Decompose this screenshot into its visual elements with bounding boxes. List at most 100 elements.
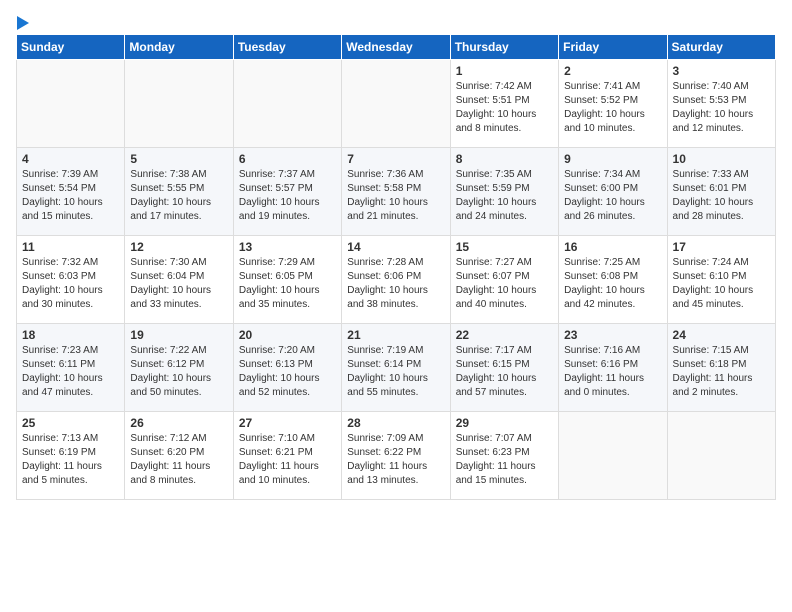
logo-arrow-icon	[17, 16, 29, 30]
calendar-cell	[342, 60, 450, 148]
day-info: Sunrise: 7:09 AM Sunset: 6:22 PM Dayligh…	[347, 432, 444, 488]
day-number: 12	[130, 240, 227, 254]
calendar-cell	[559, 412, 667, 500]
calendar-cell: 19 Sunrise: 7:22 AM Sunset: 6:12 PM Dayli…	[125, 324, 233, 412]
day-number: 8	[456, 152, 553, 166]
calendar-cell: 6 Sunrise: 7:37 AM Sunset: 5:57 PM Daylig…	[233, 148, 341, 236]
day-number: 18	[22, 328, 119, 342]
day-info: Sunrise: 7:38 AM Sunset: 5:55 PM Dayligh…	[130, 168, 227, 224]
day-info: Sunrise: 7:34 AM Sunset: 6:00 PM Dayligh…	[564, 168, 661, 224]
col-header-wednesday: Wednesday	[342, 35, 450, 60]
calendar-cell: 18 Sunrise: 7:23 AM Sunset: 6:11 PM Dayli…	[17, 324, 125, 412]
calendar-cell: 2 Sunrise: 7:41 AM Sunset: 5:52 PM Daylig…	[559, 60, 667, 148]
day-info: Sunrise: 7:32 AM Sunset: 6:03 PM Dayligh…	[22, 256, 119, 312]
calendar-cell: 24 Sunrise: 7:15 AM Sunset: 6:18 PM Dayli…	[667, 324, 775, 412]
day-info: Sunrise: 7:24 AM Sunset: 6:10 PM Dayligh…	[673, 256, 770, 312]
day-info: Sunrise: 7:33 AM Sunset: 6:01 PM Dayligh…	[673, 168, 770, 224]
calendar-cell: 23 Sunrise: 7:16 AM Sunset: 6:16 PM Dayli…	[559, 324, 667, 412]
calendar-cell: 22 Sunrise: 7:17 AM Sunset: 6:15 PM Dayli…	[450, 324, 558, 412]
day-info: Sunrise: 7:13 AM Sunset: 6:19 PM Dayligh…	[22, 432, 119, 488]
day-number: 11	[22, 240, 119, 254]
calendar-cell: 7 Sunrise: 7:36 AM Sunset: 5:58 PM Daylig…	[342, 148, 450, 236]
day-number: 19	[130, 328, 227, 342]
day-number: 15	[456, 240, 553, 254]
day-info: Sunrise: 7:15 AM Sunset: 6:18 PM Dayligh…	[673, 344, 770, 400]
day-number: 7	[347, 152, 444, 166]
day-info: Sunrise: 7:23 AM Sunset: 6:11 PM Dayligh…	[22, 344, 119, 400]
day-number: 3	[673, 64, 770, 78]
day-info: Sunrise: 7:07 AM Sunset: 6:23 PM Dayligh…	[456, 432, 553, 488]
col-header-saturday: Saturday	[667, 35, 775, 60]
calendar-cell: 10 Sunrise: 7:33 AM Sunset: 6:01 PM Dayli…	[667, 148, 775, 236]
calendar-cell: 21 Sunrise: 7:19 AM Sunset: 6:14 PM Dayli…	[342, 324, 450, 412]
day-info: Sunrise: 7:37 AM Sunset: 5:57 PM Dayligh…	[239, 168, 336, 224]
calendar-cell: 12 Sunrise: 7:30 AM Sunset: 6:04 PM Dayli…	[125, 236, 233, 324]
col-header-tuesday: Tuesday	[233, 35, 341, 60]
day-number: 26	[130, 416, 227, 430]
calendar-cell: 28 Sunrise: 7:09 AM Sunset: 6:22 PM Dayli…	[342, 412, 450, 500]
calendar-cell: 27Sunrise: 7:10 AM Sunset: 6:21 PM Dayli…	[233, 412, 341, 500]
day-info: Sunrise: 7:30 AM Sunset: 6:04 PM Dayligh…	[130, 256, 227, 312]
calendar-cell: 1 Sunrise: 7:42 AM Sunset: 5:51 PM Daylig…	[450, 60, 558, 148]
day-number: 16	[564, 240, 661, 254]
calendar-cell: 20 Sunrise: 7:20 AM Sunset: 6:13 PM Dayli…	[233, 324, 341, 412]
calendar-cell	[125, 60, 233, 148]
day-info: Sunrise: 7:41 AM Sunset: 5:52 PM Dayligh…	[564, 80, 661, 136]
day-number: 23	[564, 328, 661, 342]
day-info: Sunrise: 7:29 AM Sunset: 6:05 PM Dayligh…	[239, 256, 336, 312]
day-number: 29	[456, 416, 553, 430]
day-info: Sunrise: 7:22 AM Sunset: 6:12 PM Dayligh…	[130, 344, 227, 400]
day-info: Sunrise: 7:12 AM Sunset: 6:20 PM Dayligh…	[130, 432, 227, 488]
calendar-cell	[233, 60, 341, 148]
day-number: 21	[347, 328, 444, 342]
day-info: Sunrise: 7:40 AM Sunset: 5:53 PM Dayligh…	[673, 80, 770, 136]
calendar-cell: 29 Sunrise: 7:07 AM Sunset: 6:23 PM Dayli…	[450, 412, 558, 500]
calendar-cell	[17, 60, 125, 148]
calendar-cell: 9 Sunrise: 7:34 AM Sunset: 6:00 PM Daylig…	[559, 148, 667, 236]
col-header-thursday: Thursday	[450, 35, 558, 60]
day-info: Sunrise: 7:36 AM Sunset: 5:58 PM Dayligh…	[347, 168, 444, 224]
day-info: Sunrise: 7:42 AM Sunset: 5:51 PM Dayligh…	[456, 80, 553, 136]
calendar-cell: 11 Sunrise: 7:32 AM Sunset: 6:03 PM Dayli…	[17, 236, 125, 324]
page-header	[16, 16, 776, 26]
day-info: Sunrise: 7:19 AM Sunset: 6:14 PM Dayligh…	[347, 344, 444, 400]
logo	[16, 16, 31, 26]
day-number: 14	[347, 240, 444, 254]
day-info: Sunrise: 7:10 AM Sunset: 6:21 PM Dayligh…	[239, 432, 336, 488]
col-header-monday: Monday	[125, 35, 233, 60]
day-number: 5	[130, 152, 227, 166]
day-number: 1	[456, 64, 553, 78]
calendar-cell: 13 Sunrise: 7:29 AM Sunset: 6:05 PM Dayli…	[233, 236, 341, 324]
day-info: Sunrise: 7:25 AM Sunset: 6:08 PM Dayligh…	[564, 256, 661, 312]
day-number: 2	[564, 64, 661, 78]
day-number: 4	[22, 152, 119, 166]
calendar-cell: 26 Sunrise: 7:12 AM Sunset: 6:20 PM Dayli…	[125, 412, 233, 500]
calendar-cell: 15 Sunrise: 7:27 AM Sunset: 6:07 PM Dayli…	[450, 236, 558, 324]
col-header-sunday: Sunday	[17, 35, 125, 60]
day-number: 10	[673, 152, 770, 166]
day-number: 25	[22, 416, 119, 430]
day-number: 22	[456, 328, 553, 342]
day-number: 24	[673, 328, 770, 342]
day-number: 17	[673, 240, 770, 254]
calendar-cell: 5 Sunrise: 7:38 AM Sunset: 5:55 PM Daylig…	[125, 148, 233, 236]
day-number: 13	[239, 240, 336, 254]
day-info: Sunrise: 7:20 AM Sunset: 6:13 PM Dayligh…	[239, 344, 336, 400]
calendar-cell: 17 Sunrise: 7:24 AM Sunset: 6:10 PM Dayli…	[667, 236, 775, 324]
calendar-table: SundayMondayTuesdayWednesdayThursdayFrid…	[16, 34, 776, 500]
col-header-friday: Friday	[559, 35, 667, 60]
calendar-cell: 3 Sunrise: 7:40 AM Sunset: 5:53 PM Daylig…	[667, 60, 775, 148]
day-info: Sunrise: 7:27 AM Sunset: 6:07 PM Dayligh…	[456, 256, 553, 312]
day-number: 9	[564, 152, 661, 166]
day-info: Sunrise: 7:17 AM Sunset: 6:15 PM Dayligh…	[456, 344, 553, 400]
calendar-cell: 8Sunrise: 7:35 AM Sunset: 5:59 PM Daylig…	[450, 148, 558, 236]
day-number: 6	[239, 152, 336, 166]
day-number: 20	[239, 328, 336, 342]
calendar-cell: 25 Sunrise: 7:13 AM Sunset: 6:19 PM Dayli…	[17, 412, 125, 500]
calendar-cell: 14Sunrise: 7:28 AM Sunset: 6:06 PM Dayli…	[342, 236, 450, 324]
day-info: Sunrise: 7:39 AM Sunset: 5:54 PM Dayligh…	[22, 168, 119, 224]
day-info: Sunrise: 7:16 AM Sunset: 6:16 PM Dayligh…	[564, 344, 661, 400]
day-number: 28	[347, 416, 444, 430]
calendar-cell: 4 Sunrise: 7:39 AM Sunset: 5:54 PM Daylig…	[17, 148, 125, 236]
calendar-cell	[667, 412, 775, 500]
